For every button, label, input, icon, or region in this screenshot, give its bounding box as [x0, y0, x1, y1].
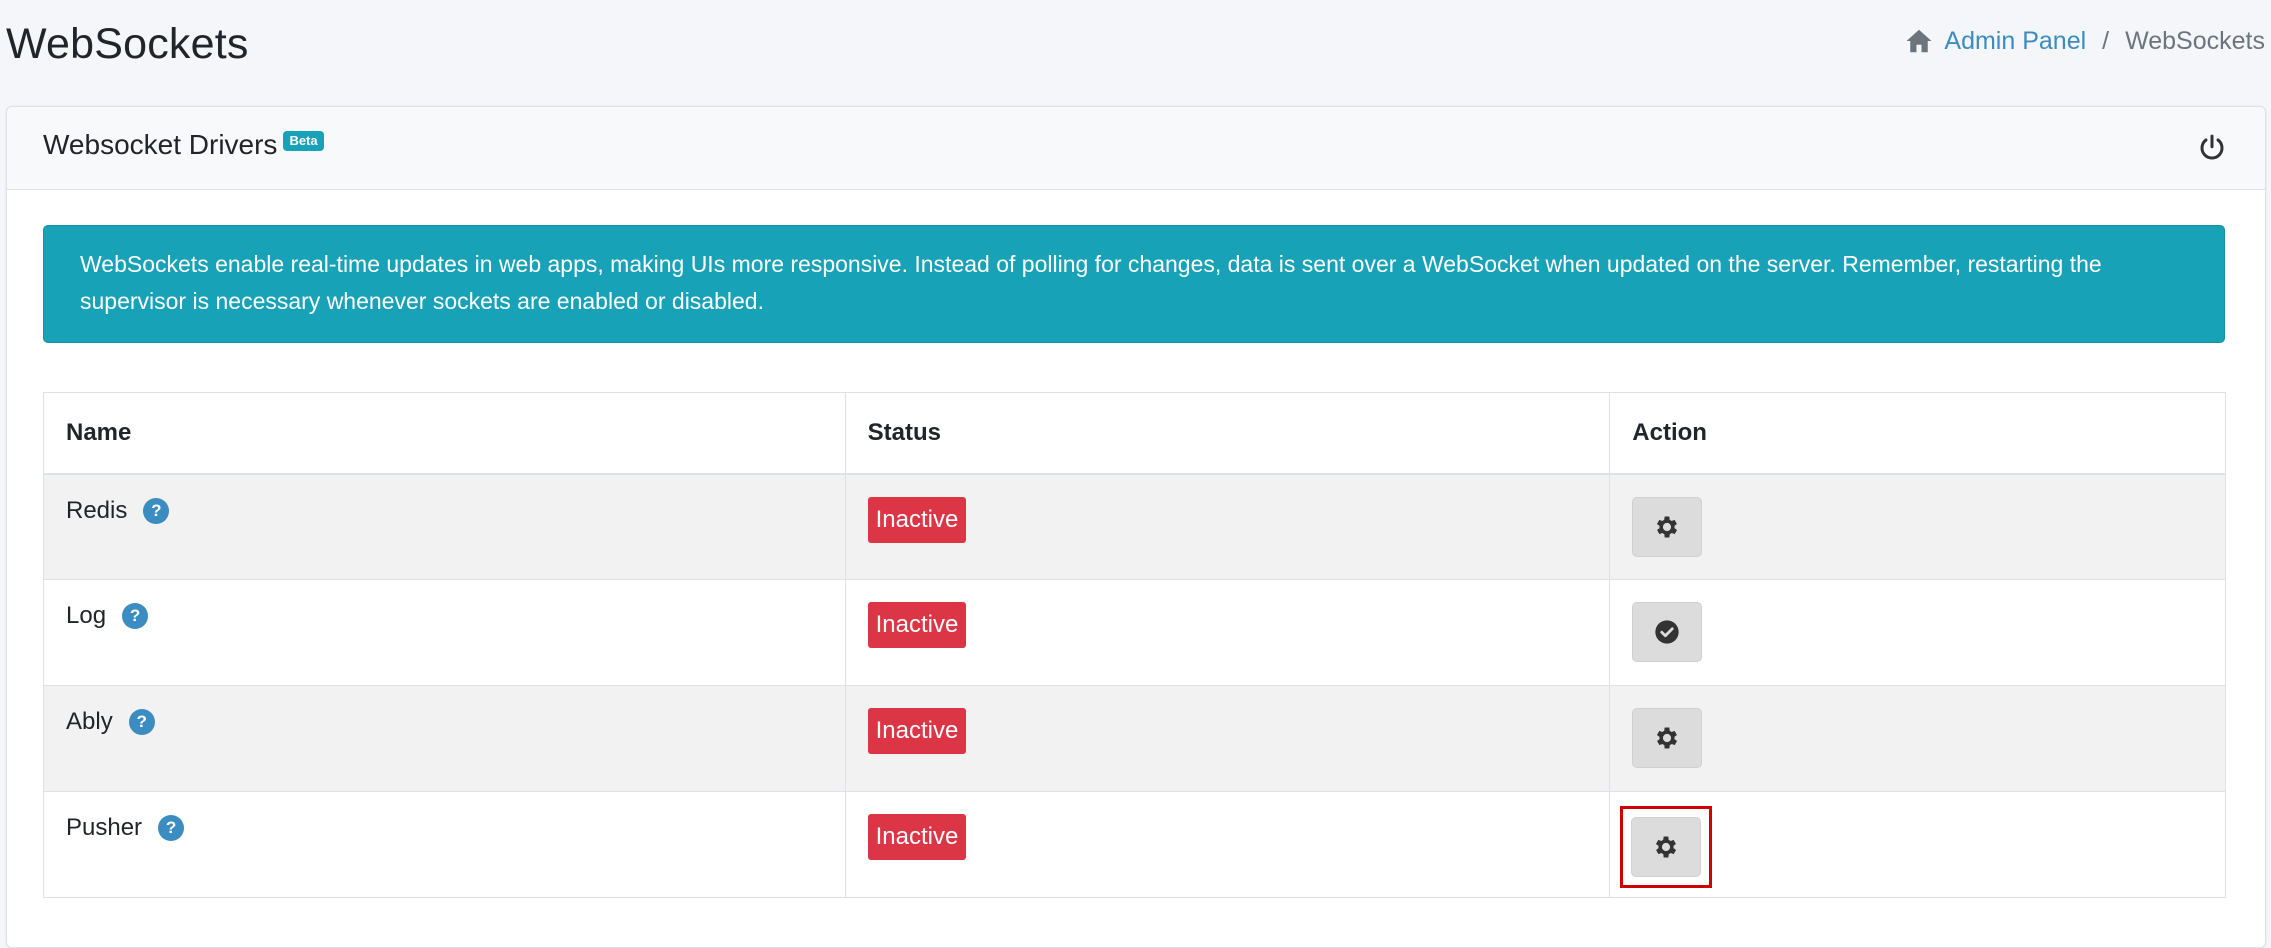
- driver-name: Log: [66, 602, 107, 629]
- highlight-box: [1620, 806, 1713, 888]
- check-circle-icon: [1655, 620, 1679, 644]
- card-title-text: Websocket Drivers: [43, 129, 278, 160]
- column-header-name: Name: [43, 392, 846, 475]
- driver-name: Ably: [66, 708, 113, 735]
- driver-name-cell: Log ?: [43, 579, 846, 686]
- ably-settings-button[interactable]: [1632, 708, 1703, 768]
- column-header-action: Action: [1609, 392, 2226, 475]
- status-badge: Inactive: [867, 602, 967, 648]
- help-icon[interactable]: ?: [122, 603, 149, 629]
- status-cell: Inactive: [844, 685, 1611, 792]
- status-cell: Inactive: [844, 473, 1611, 580]
- log-enable-button[interactable]: [1632, 602, 1703, 662]
- gear-icon: [1657, 516, 1678, 537]
- page-title: WebSockets: [6, 20, 249, 68]
- status-cell: Inactive: [844, 579, 1611, 686]
- table-row: Redis ? Inactive: [43, 473, 2226, 580]
- table-header-row: Name Status Action: [43, 392, 2226, 475]
- table-row: Log ? Inactive: [43, 579, 2226, 686]
- help-icon[interactable]: ?: [143, 497, 170, 524]
- card-header: Websocket Drivers Beta: [7, 107, 2265, 190]
- table-row: Ably ? Inactive: [43, 685, 2226, 792]
- breadcrumb-separator: /: [2102, 26, 2110, 55]
- power-icon[interactable]: [2197, 133, 2227, 163]
- action-cell: [1609, 791, 2226, 898]
- pusher-settings-button[interactable]: [1631, 817, 1702, 877]
- breadcrumb-current: WebSockets: [2125, 26, 2265, 55]
- card-title: Websocket Drivers Beta: [43, 129, 324, 161]
- driver-name-cell: Redis ?: [43, 473, 846, 580]
- status-cell: Inactive: [844, 791, 1611, 898]
- action-cell: [1609, 685, 2226, 792]
- redis-settings-button[interactable]: [1632, 496, 1703, 557]
- action-cell: [1609, 473, 2226, 580]
- info-alert: WebSockets enable real-time updates in w…: [43, 225, 2225, 343]
- help-icon[interactable]: ?: [128, 709, 155, 735]
- driver-name-cell: Ably ?: [43, 685, 846, 792]
- home-icon: [1906, 29, 1932, 53]
- help-icon[interactable]: ?: [158, 815, 185, 841]
- beta-badge: Beta: [283, 131, 324, 151]
- driver-name: Pusher: [66, 814, 143, 841]
- websocket-drivers-card: Websocket Drivers Beta WebSockets enable…: [6, 106, 2266, 948]
- breadcrumb: Admin Panel / WebSockets: [1904, 26, 2265, 56]
- column-header-status: Status: [844, 392, 1611, 475]
- gear-icon: [1656, 836, 1677, 858]
- driver-name-cell: Pusher ?: [43, 791, 846, 898]
- gear-icon: [1657, 727, 1678, 749]
- drivers-table: Name Status Action Redis ? Inactive Log …: [43, 392, 2226, 898]
- breadcrumb-admin-panel-link[interactable]: Admin Panel: [1944, 27, 2086, 56]
- status-badge: Inactive: [867, 814, 967, 860]
- action-cell: [1609, 579, 2226, 686]
- driver-name: Redis: [66, 496, 128, 524]
- page-header: WebSockets Admin Panel / WebSockets: [0, 0, 2271, 100]
- status-badge: Inactive: [867, 708, 967, 754]
- table-row: Pusher ? Inactive: [43, 791, 2226, 898]
- status-badge: Inactive: [867, 496, 967, 543]
